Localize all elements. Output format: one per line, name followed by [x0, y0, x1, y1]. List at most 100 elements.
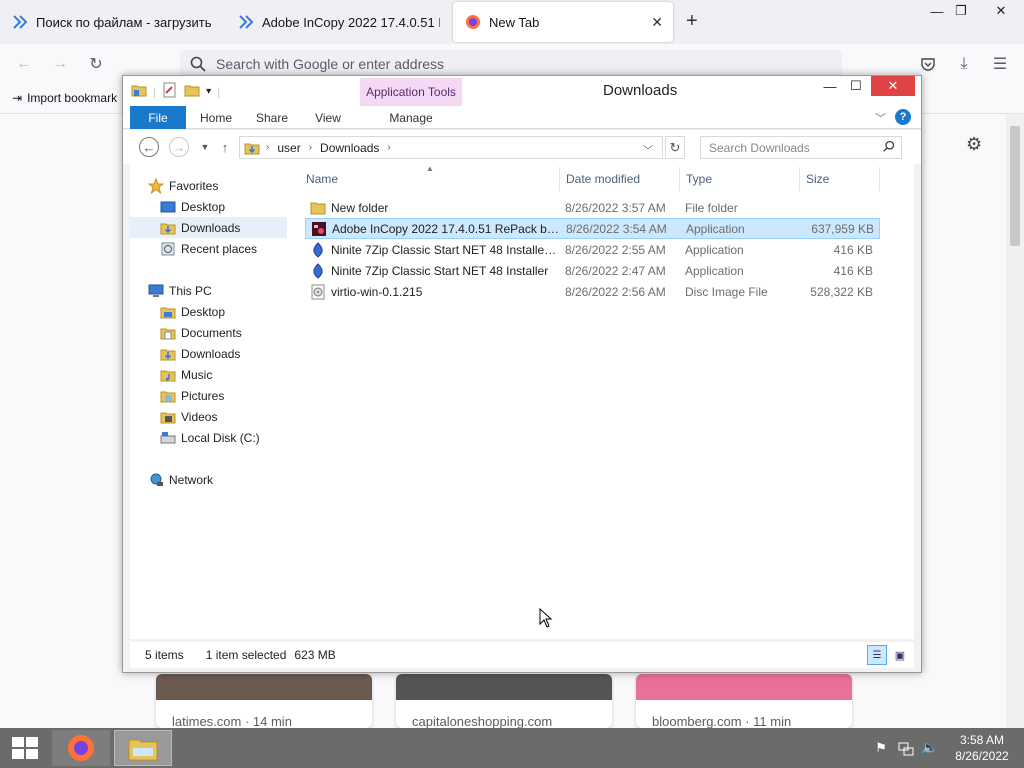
- file-row[interactable]: Ninite 7Zip Classic Start NET 48 Install…: [305, 260, 880, 281]
- breadcrumb-separator[interactable]: ›: [266, 142, 269, 153]
- close-window-icon[interactable]: ✕: [871, 76, 915, 96]
- column-header-size[interactable]: Size: [800, 167, 880, 191]
- browser-tab-new-tab[interactable]: New Tab ✕: [453, 2, 673, 42]
- window-title: Downloads: [603, 82, 678, 99]
- file-type: Disc Image File: [685, 284, 768, 299]
- scrollbar-thumb[interactable]: [1010, 126, 1020, 246]
- address-bar[interactable]: › user › Downloads ›: [239, 136, 663, 159]
- story-card[interactable]: bloomberg.com · 11 min: [636, 674, 852, 728]
- close-window-icon[interactable]: ✕: [984, 0, 1018, 22]
- column-header-type[interactable]: Type: [680, 167, 800, 191]
- system-clock[interactable]: 3:58 AM 8/26/2022: [950, 732, 1014, 764]
- properties-icon[interactable]: [162, 82, 178, 101]
- search-icon: [883, 140, 895, 155]
- hamburger-menu-icon[interactable]: ☰: [988, 52, 1012, 76]
- back-arrow-icon[interactable]: ←: [12, 52, 36, 76]
- story-source: capitaloneshopping.com: [412, 714, 553, 728]
- nav-pc-documents[interactable]: Documents: [160, 322, 242, 343]
- new-folder-icon[interactable]: [184, 82, 200, 101]
- url-bar[interactable]: Search with Google or enter address: [180, 50, 842, 78]
- nav-pc-local-disk[interactable]: Local Disk (C:): [160, 427, 260, 448]
- mouse-cursor-icon: [539, 608, 553, 628]
- taskbar-firefox-icon[interactable]: [52, 730, 110, 766]
- incopy-app-icon: [311, 221, 327, 237]
- downloads-icon[interactable]: ⤓: [952, 52, 976, 76]
- ninite-icon: [310, 262, 326, 279]
- breadcrumb-user[interactable]: user: [277, 141, 300, 155]
- explorer-window: | ▾ | Application Tools Downloads — ☐ ✕ …: [122, 75, 922, 673]
- browser-tab-incopy[interactable]: Adobe InCopy 2022 17.4.0.51 Re: [226, 2, 452, 42]
- help-icon[interactable]: ?: [895, 109, 911, 125]
- tab-home[interactable]: Home: [191, 106, 241, 129]
- tab-view[interactable]: View: [303, 106, 353, 129]
- import-bookmarks-button[interactable]: ⇥ Import bookmark: [12, 91, 117, 105]
- nav-pc-videos[interactable]: Videos: [160, 406, 217, 427]
- nav-favorites-recent-places[interactable]: Recent places: [160, 238, 257, 259]
- customize-qa-icon[interactable]: ▾: [206, 86, 211, 97]
- maximize-icon[interactable]: ☐: [843, 76, 869, 96]
- reload-icon[interactable]: ↻: [84, 52, 108, 76]
- nav-favorites-downloads[interactable]: Downloads: [130, 217, 287, 238]
- tab-manage[interactable]: Manage: [360, 106, 462, 129]
- column-header-date-modified[interactable]: Date modified: [560, 167, 680, 191]
- minimize-icon[interactable]: —: [817, 76, 843, 96]
- page-scrollbar[interactable]: [1006, 114, 1024, 728]
- nav-this-pc[interactable]: This PC: [148, 280, 212, 301]
- large-icons-view-icon[interactable]: ▣: [890, 645, 910, 665]
- chevron-down-icon[interactable]: ﹀: [643, 142, 653, 157]
- file-row[interactable]: Ninite 7Zip Classic Start NET 48 Install…: [305, 239, 880, 260]
- file-type: Application: [685, 263, 744, 278]
- refresh-icon[interactable]: ↻: [665, 136, 685, 159]
- volume-icon[interactable]: 🔈: [922, 740, 938, 756]
- story-card[interactable]: capitaloneshopping.com: [396, 674, 612, 728]
- file-row[interactable]: New folder 8/26/2022 3:57 AM File folder: [305, 197, 880, 218]
- double-chevron-icon: [238, 14, 254, 30]
- chevron-down-icon[interactable]: ﹀: [875, 110, 886, 126]
- back-arrow-icon[interactable]: ←: [139, 137, 159, 157]
- ribbon-tab-bar: File Home Share View Manage ﹀ ?: [123, 106, 921, 129]
- breadcrumb-separator[interactable]: ›: [309, 142, 312, 153]
- flag-icon[interactable]: ⚑: [873, 740, 889, 756]
- network-status-icon[interactable]: [898, 740, 914, 756]
- nav-favorites-desktop[interactable]: Desktop: [160, 196, 225, 217]
- file-name: Ninite 7Zip Classic Start NET 48 Install…: [331, 242, 560, 257]
- taskbar-file-explorer-icon[interactable]: [114, 730, 172, 766]
- restore-icon[interactable]: ❐: [944, 0, 978, 22]
- folder-icon[interactable]: [131, 82, 147, 101]
- forward-arrow-icon[interactable]: →: [169, 137, 189, 157]
- search-input[interactable]: Search Downloads: [700, 136, 902, 159]
- nav-pc-pictures[interactable]: Pictures: [160, 385, 224, 406]
- tab-share[interactable]: Share: [247, 106, 297, 129]
- downloads-folder-icon: [244, 140, 260, 159]
- pocket-icon[interactable]: [916, 52, 940, 76]
- breadcrumb-separator[interactable]: ›: [387, 142, 390, 153]
- column-header-name[interactable]: Name: [300, 167, 560, 191]
- up-arrow-icon[interactable]: ↑: [215, 137, 235, 157]
- forward-arrow-icon[interactable]: →: [48, 52, 72, 76]
- nav-network[interactable]: Network: [148, 469, 213, 490]
- close-tab-icon[interactable]: ✕: [651, 14, 663, 31]
- file-date: 8/26/2022 3:54 AM: [566, 221, 667, 236]
- url-placeholder: Search with Google or enter address: [216, 56, 445, 72]
- star-icon: [148, 177, 164, 194]
- nav-pc-downloads[interactable]: Downloads: [160, 343, 240, 364]
- windows-start-icon[interactable]: [0, 728, 50, 768]
- gear-icon[interactable]: ⚙: [966, 134, 982, 155]
- browser-tab-search[interactable]: Поиск по файлам - загрузить: [0, 2, 224, 42]
- breadcrumb-downloads[interactable]: Downloads: [320, 141, 379, 155]
- story-source: bloomberg.com · 11 min: [652, 714, 792, 728]
- details-view-icon[interactable]: ☰: [867, 645, 887, 665]
- tab-title: Поиск по файлам - загрузить: [36, 14, 212, 30]
- application-tools-context-tab: Application Tools: [360, 78, 462, 106]
- nav-pc-music[interactable]: Music: [160, 364, 212, 385]
- nav-pc-desktop[interactable]: Desktop: [160, 301, 225, 322]
- tab-file[interactable]: File: [130, 106, 186, 129]
- story-thumbnail: [636, 674, 852, 700]
- file-row[interactable]: virtio-win-0.1.215 8/26/2022 2:56 AM Dis…: [305, 281, 880, 302]
- file-type: Application: [686, 221, 745, 236]
- nav-favorites[interactable]: Favorites: [148, 175, 218, 196]
- file-row-selected[interactable]: Adobe InCopy 2022 17.4.0.51 RePack by ..…: [305, 218, 880, 239]
- new-tab-button[interactable]: +: [686, 10, 698, 33]
- story-card[interactable]: latimes.com · 14 min: [156, 674, 372, 728]
- recent-locations-icon[interactable]: ▼: [195, 137, 215, 157]
